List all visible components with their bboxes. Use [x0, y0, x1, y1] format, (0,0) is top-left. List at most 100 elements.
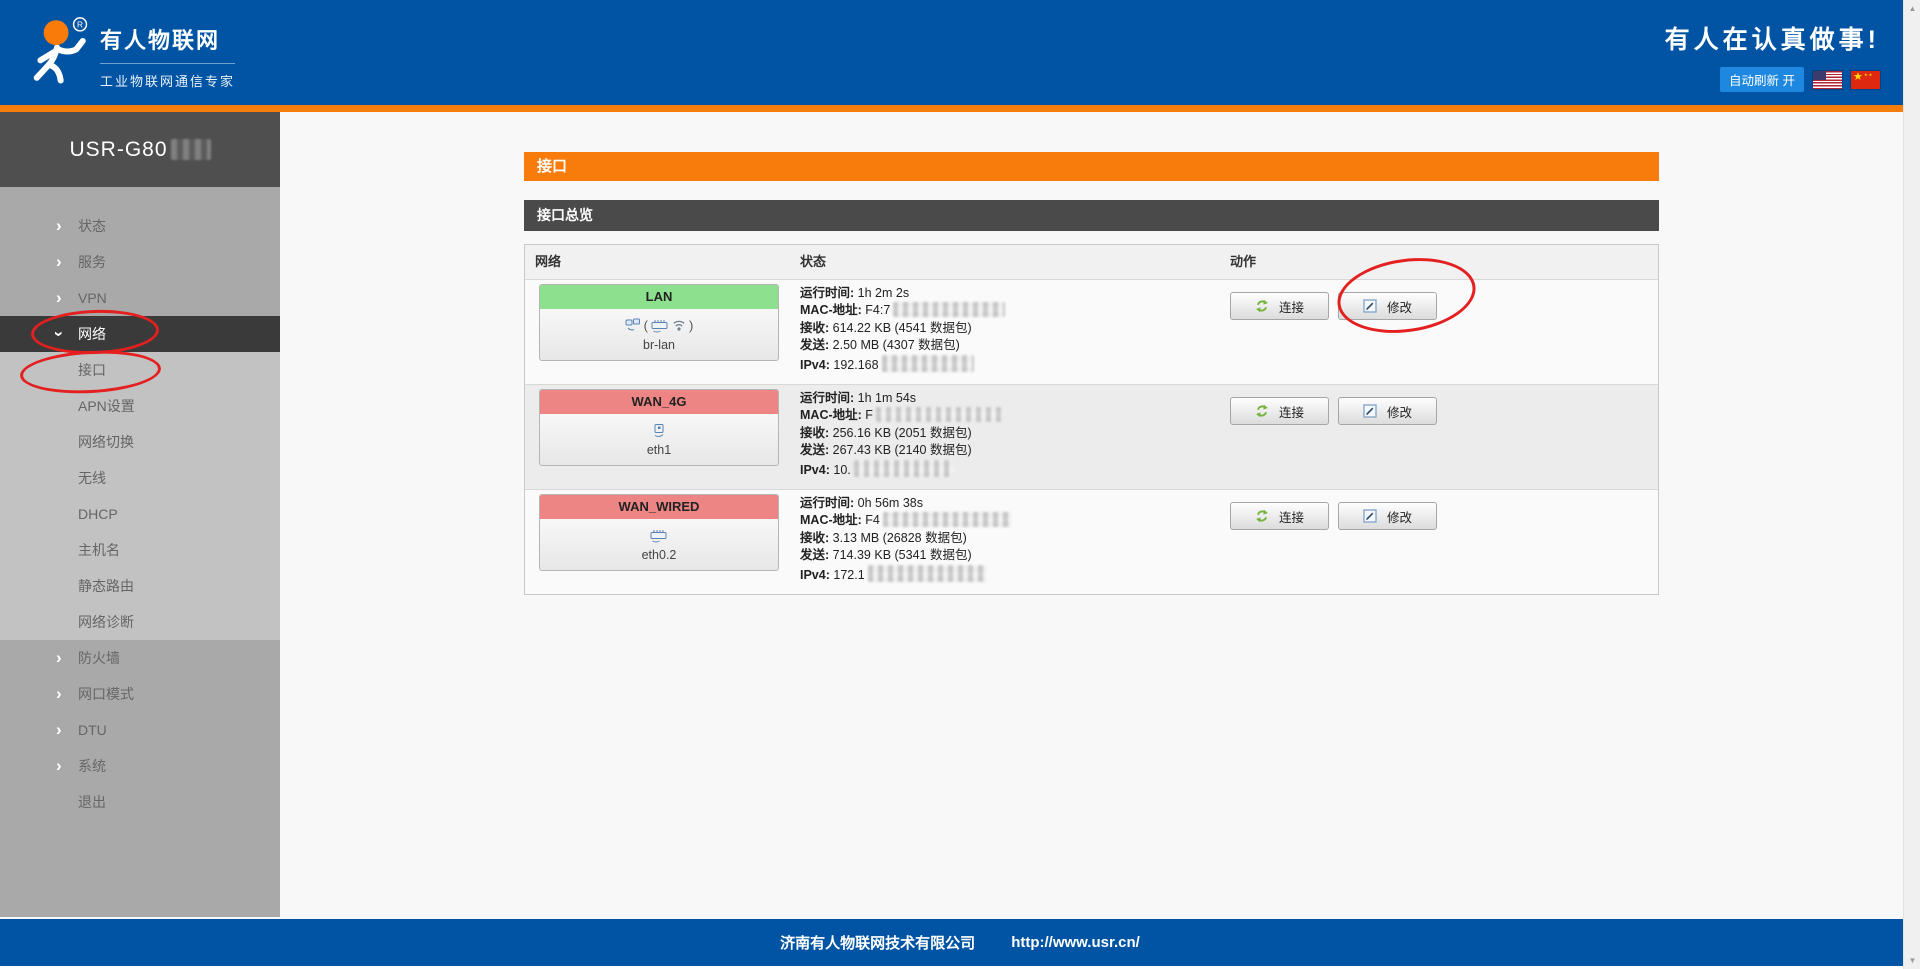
- uptime-value: 1h 1m 54s: [857, 391, 917, 406]
- scroll-up-arrow-icon[interactable]: ▲: [1904, 0, 1920, 17]
- sidebar-item-system[interactable]: › 系统: [0, 748, 280, 784]
- refresh-icon: [1256, 509, 1268, 523]
- refresh-icon: [1256, 299, 1268, 313]
- redacted-ip: [881, 354, 974, 372]
- edit-icon: [1363, 509, 1377, 523]
- sidebar-item-apn[interactable]: APN设置: [0, 388, 280, 424]
- edit-button[interactable]: 修改: [1338, 397, 1437, 426]
- sidebar-item-network[interactable]: › 网络: [0, 316, 280, 352]
- device-model-text: USR-G80: [69, 137, 168, 161]
- uptime-label: 运行时间:: [800, 391, 855, 406]
- mac-value: F: [865, 408, 873, 423]
- sidebar-item-wireless[interactable]: 无线: [0, 460, 280, 496]
- sidebar-item-status[interactable]: › 状态: [0, 208, 280, 244]
- chinese-language-flag-icon[interactable]: [1851, 70, 1880, 89]
- interface-card-wanwired: WAN_WIRED eth0.2: [539, 494, 779, 572]
- interfaces-table: 网络 状态 动作 LAN () br-lan 运行时间: 1h 2m 2s M…: [524, 244, 1659, 596]
- interface-icons: [540, 421, 778, 439]
- sidebar-item-dtu[interactable]: › DTU: [0, 712, 280, 748]
- paren: ): [689, 317, 694, 333]
- rx-label: 接收:: [800, 425, 830, 440]
- status-cell: 运行时间: 0h 56m 38s MAC-地址: F4 接收: 3.13 MB …: [796, 490, 1219, 594]
- sidebar-item-firewall[interactable]: › 防火墙: [0, 640, 280, 676]
- switch-icon: [651, 319, 668, 332]
- interface-icons: [540, 526, 778, 544]
- footer: 济南有人物联网技术有限公司 http://www.usr.cn/: [0, 919, 1920, 966]
- page-title: 接口: [524, 152, 1659, 181]
- interface-icons: ( ): [540, 316, 778, 334]
- network-submenu: 接口 APN设置 网络切换 无线 DHCP 主机名 静态路由 网络诊断: [0, 352, 280, 640]
- ipv4-label: IPv4:: [800, 567, 830, 582]
- sidebar-item-hostname[interactable]: 主机名: [0, 532, 280, 568]
- device-name: eth1: [646, 443, 672, 458]
- brand-subtitle: 工业物联网通信专家: [100, 63, 236, 90]
- wifi-icon: [673, 320, 685, 331]
- sidebar-item-services[interactable]: › 服务: [0, 244, 280, 280]
- usr-logo: R: [22, 12, 92, 97]
- column-header-status: 状态: [800, 254, 827, 269]
- connect-button[interactable]: 连接: [1230, 397, 1329, 426]
- sidebar-item-interfaces[interactable]: 接口: [0, 352, 280, 388]
- interface-name-badge: WAN_WIRED: [540, 495, 778, 520]
- switch-icon: [650, 529, 667, 543]
- column-header-actions: 动作: [1230, 254, 1257, 269]
- interface-card-body: ( ) br-lan: [540, 309, 778, 360]
- tx-label: 发送:: [800, 443, 830, 458]
- section-title: 接口总览: [524, 200, 1659, 231]
- actions-cell: 连接 修改: [1219, 490, 1658, 594]
- interface-card-body: eth0.2: [540, 519, 778, 570]
- sidebar-item-static-routes[interactable]: 静态路由: [0, 568, 280, 604]
- sidebar-item-dhcp[interactable]: DHCP: [0, 496, 280, 532]
- vertical-scrollbar[interactable]: ▲ ▼: [1903, 0, 1920, 969]
- main-content: 接口 接口总览 网络 状态 动作 LAN () br-lan 运行时间: 1h…: [280, 112, 1903, 919]
- mac-value: F4: [865, 513, 880, 528]
- status-cell: 运行时间: 1h 2m 2s MAC-地址: F4:7 接收: 614.22 K…: [796, 280, 1219, 384]
- table-row-wanwired: WAN_WIRED eth0.2 运行时间: 0h 56m 38s MAC-地址…: [525, 489, 1658, 595]
- tx-label: 发送:: [800, 338, 830, 353]
- top-header: R 有人物联网 工业物联网通信专家 有人在认真做事! 自动刷新 开: [0, 0, 1920, 105]
- company-url-link[interactable]: http://www.usr.cn/: [1011, 934, 1140, 951]
- chevron-right-icon: ›: [56, 756, 62, 775]
- orange-divider: [0, 105, 1920, 112]
- mac-value: F4:7: [865, 303, 891, 318]
- tx-value: 267.43 KB (2140 数据包): [832, 443, 972, 458]
- paren: (: [643, 317, 648, 333]
- brand-title: 有人物联网: [100, 28, 221, 53]
- uptime-value: 0h 56m 38s: [857, 496, 923, 511]
- english-language-flag-icon[interactable]: [1813, 70, 1842, 89]
- redacted-mac: [882, 512, 1011, 528]
- connect-button[interactable]: 连接: [1230, 502, 1329, 531]
- header-controls: 自动刷新 开: [1665, 67, 1880, 92]
- refresh-icon: [1256, 404, 1268, 418]
- tx-label: 发送:: [800, 548, 830, 563]
- sidebar-item-logout[interactable]: 退出: [0, 784, 280, 820]
- actions-cell: 连接 修改: [1219, 280, 1658, 384]
- edit-button[interactable]: 修改: [1338, 292, 1437, 320]
- column-header-network: 网络: [535, 254, 562, 269]
- chevron-right-icon: ›: [56, 216, 62, 235]
- auto-refresh-toggle[interactable]: 自动刷新 开: [1720, 67, 1804, 92]
- connect-button[interactable]: 连接: [1230, 292, 1329, 320]
- sidebar-item-diagnostics[interactable]: 网络诊断: [0, 604, 280, 640]
- scroll-down-arrow-icon[interactable]: ▼: [1904, 952, 1920, 969]
- redacted-mac: [875, 407, 1002, 423]
- device-name: br-lan: [643, 338, 675, 352]
- sidebar-item-vpn[interactable]: › VPN: [0, 280, 280, 316]
- network-cell: LAN () br-lan: [525, 280, 796, 384]
- chevron-right-icon: ›: [56, 684, 62, 703]
- network-cell: WAN_4G eth1: [525, 385, 796, 489]
- chevron-right-icon: ›: [56, 648, 62, 667]
- uptime-label: 运行时间:: [800, 496, 855, 511]
- chevron-right-icon: ›: [56, 252, 62, 271]
- edit-button[interactable]: 修改: [1338, 502, 1437, 531]
- sidebar-item-network-switch[interactable]: 网络切换: [0, 424, 280, 460]
- rx-value: 614.22 KB (4541 数据包): [832, 320, 972, 335]
- redacted-mac: [893, 302, 1006, 318]
- sidebar-item-port-mode[interactable]: › 网口模式: [0, 676, 280, 712]
- actions-cell: 连接 修改: [1219, 385, 1658, 489]
- rx-label: 接收:: [800, 320, 830, 335]
- brand-block: 有人物联网 工业物联网通信专家: [100, 23, 236, 90]
- sidebar: USR-G80 › 状态 › 服务 › VPN › 网络 接口 APN设置 网络…: [0, 112, 280, 917]
- device-model-title: USR-G80: [0, 112, 280, 187]
- mac-label: MAC-地址:: [800, 303, 862, 318]
